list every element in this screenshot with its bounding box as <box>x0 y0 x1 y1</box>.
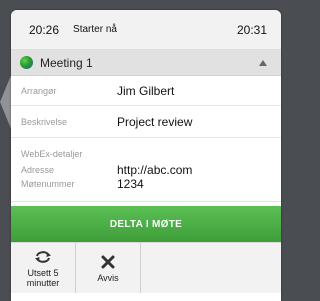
snooze-button[interactable]: Utsett 5 minutter <box>11 243 76 293</box>
meeting-title: Meeting 1 <box>40 55 93 70</box>
globe-icon <box>20 56 33 69</box>
organizer-label: Arrangør <box>21 85 57 96</box>
address-row: Adresse http://abc.com <box>21 163 271 177</box>
reminder-header: 20:26 Starter nå 20:31 <box>11 10 281 50</box>
meeting-number-label: Møtenummer <box>21 179 75 189</box>
webex-details-label: WebEx-detaljer <box>21 149 83 159</box>
organizer-value: Jim Gilbert <box>117 83 175 98</box>
meeting-number-row: Møtenummer 1234 <box>21 177 271 191</box>
refresh-icon <box>34 248 52 266</box>
snooze-label: Utsett 5 minutter <box>26 268 60 288</box>
description-value: Project review <box>117 114 193 129</box>
start-time: 20:26 <box>29 22 60 37</box>
meeting-status: Starter nå <box>73 24 117 35</box>
organizer-row: Arrangør Jim Gilbert <box>11 76 281 106</box>
dismiss-button[interactable]: Avvis <box>76 243 141 293</box>
meeting-title-bar[interactable]: Meeting 1 <box>11 50 281 76</box>
description-row: Beskrivelse Project review <box>11 106 281 138</box>
webex-details: WebEx-detaljer Adresse http://abc.com Mø… <box>11 138 281 202</box>
meeting-number-value: 1234 <box>117 177 144 191</box>
join-meeting-button[interactable]: DELTA I MØTE <box>11 206 281 242</box>
meeting-reminder-card: 20:26 Starter nå 20:31 Meeting 1 Arrangø… <box>11 10 281 301</box>
address-value[interactable]: http://abc.com <box>117 163 192 177</box>
chevron-up-icon[interactable] <box>259 59 267 66</box>
description-label: Beskrivelse <box>21 116 68 127</box>
action-bar: Utsett 5 minutter Avvis <box>11 242 281 293</box>
close-icon <box>101 253 115 271</box>
dismiss-label: Avvis <box>97 273 119 283</box>
end-time: 20:31 <box>236 22 267 37</box>
address-label: Adresse <box>21 165 55 175</box>
